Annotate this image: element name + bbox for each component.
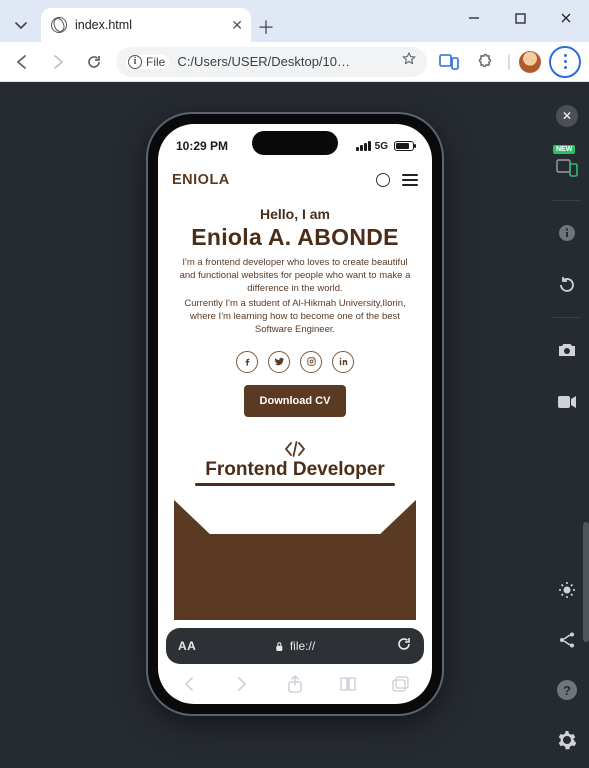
tab-title: index.html xyxy=(75,18,132,32)
address-bar[interactable]: i File C:/Users/USER/Desktop/10… xyxy=(116,47,427,77)
chevron-down-icon xyxy=(15,20,27,32)
twitter-link[interactable] xyxy=(268,351,290,373)
help-icon: ? xyxy=(557,680,577,700)
devtools-rail: ✕ NEW ? xyxy=(545,82,589,768)
download-cv-button[interactable]: Download CV xyxy=(244,385,347,417)
safari-toolbar xyxy=(158,664,432,704)
safari-back-button[interactable] xyxy=(172,670,206,698)
instagram-link[interactable] xyxy=(300,351,322,373)
window-controls xyxy=(451,0,589,36)
rail-divider xyxy=(553,200,581,201)
info-button[interactable] xyxy=(553,219,581,247)
reload-button[interactable] xyxy=(80,48,108,76)
safari-forward-button[interactable] xyxy=(225,670,259,698)
safari-url: file:// xyxy=(290,639,315,653)
role-underline xyxy=(195,483,395,486)
hero-section: Hello, I am Eniola A. ABONDE I'm a front… xyxy=(158,196,432,620)
hero-name: Eniola A. ABONDE xyxy=(174,224,416,251)
tab-search-button[interactable] xyxy=(6,10,36,42)
sun-icon xyxy=(558,581,576,599)
nav-forward-button[interactable] xyxy=(44,48,72,76)
scrollbar-thumb[interactable] xyxy=(583,522,589,642)
tab-close-button[interactable]: ✕ xyxy=(231,17,243,34)
extensions-button[interactable] xyxy=(471,48,499,76)
battery-icon xyxy=(394,141,414,151)
instagram-icon xyxy=(306,356,317,367)
network-label: 5G xyxy=(375,141,388,152)
globe-icon xyxy=(51,17,67,33)
twitter-icon xyxy=(274,356,285,367)
linkedin-icon xyxy=(338,356,349,367)
lock-icon xyxy=(275,641,284,652)
file-origin-chip[interactable]: i File xyxy=(126,55,169,69)
safari-share-button[interactable] xyxy=(278,670,312,698)
video-icon xyxy=(557,395,577,409)
safari-bookmarks-button[interactable] xyxy=(331,670,365,698)
role-title: Frontend Developer xyxy=(174,459,416,481)
site-content[interactable]: ENIOLA Hello, I am Eniola A. ABONDE I'm … xyxy=(158,162,432,624)
phone-screen: 10:29 PM 5G ENIOLA Hello, I am xyxy=(158,124,432,704)
window-minimize-button[interactable] xyxy=(451,0,497,36)
hamburger-menu[interactable] xyxy=(402,174,418,186)
bookmark-button[interactable] xyxy=(401,51,417,72)
facebook-icon xyxy=(242,356,253,367)
device-icon xyxy=(439,53,459,71)
phone-frame: 10:29 PM 5G ENIOLA Hello, I am xyxy=(148,114,442,714)
safari-reload-button[interactable] xyxy=(396,636,412,657)
origin-label: File xyxy=(146,55,165,69)
devices-icon xyxy=(556,159,578,177)
panel-close-button[interactable]: ✕ xyxy=(553,102,581,130)
phone-notch xyxy=(252,131,338,155)
hero-greeting: Hello, I am xyxy=(174,206,416,222)
facebook-link[interactable] xyxy=(236,351,258,373)
share-button[interactable] xyxy=(553,626,581,654)
theme-toggle[interactable] xyxy=(376,173,390,187)
record-button[interactable] xyxy=(553,388,581,416)
share-icon xyxy=(558,631,576,649)
help-button[interactable]: ? xyxy=(553,676,581,704)
code-icon xyxy=(174,441,416,457)
text-size-button[interactable]: AA xyxy=(178,639,196,653)
rail-divider xyxy=(553,317,581,318)
gear-icon xyxy=(557,730,577,750)
browser-tab[interactable]: index.html ✕ xyxy=(41,8,251,42)
puzzle-icon xyxy=(476,53,494,71)
signal-icon xyxy=(356,141,371,151)
info-icon xyxy=(558,224,576,242)
rotate-button[interactable] xyxy=(553,271,581,299)
hero-decoration xyxy=(174,500,416,620)
rotate-icon xyxy=(557,275,577,295)
devtools-viewport: ✕ NEW ? xyxy=(0,82,589,768)
status-time: 10:29 PM xyxy=(176,139,228,153)
window-close-button[interactable] xyxy=(543,0,589,36)
camera-icon xyxy=(557,342,577,358)
hero-bio-1: I'm a frontend developer who loves to cr… xyxy=(176,257,414,295)
nav-back-button[interactable] xyxy=(8,48,36,76)
browser-toolbar: i File C:/Users/USER/Desktop/10… | xyxy=(0,42,589,82)
screenshot-button[interactable] xyxy=(553,336,581,364)
window-maximize-button[interactable] xyxy=(497,0,543,36)
browser-titlebar: index.html ✕ ＋ xyxy=(0,0,589,42)
linkedin-link[interactable] xyxy=(332,351,354,373)
profile-avatar[interactable] xyxy=(519,51,541,73)
new-tab-button[interactable]: ＋ xyxy=(251,12,281,42)
site-header: ENIOLA xyxy=(158,162,432,196)
browser-menu-button[interactable] xyxy=(549,46,581,78)
role-block: Frontend Developer xyxy=(174,441,416,486)
reload-icon xyxy=(396,636,412,652)
hero-bio-2: Currently I'm a student of Al-Hikmah Uni… xyxy=(176,298,414,336)
safari-tabs-button[interactable] xyxy=(384,670,418,698)
new-badge: NEW xyxy=(553,145,575,154)
info-icon: i xyxy=(128,55,142,69)
screencast-button[interactable]: NEW xyxy=(553,154,581,182)
close-icon: ✕ xyxy=(556,105,578,127)
theme-button[interactable] xyxy=(553,576,581,604)
address-url: C:/Users/USER/Desktop/10… xyxy=(177,54,350,69)
settings-button[interactable] xyxy=(553,726,581,754)
site-logo[interactable]: ENIOLA xyxy=(172,172,230,188)
social-links xyxy=(174,351,416,373)
device-toolbar-button[interactable] xyxy=(435,48,463,76)
safari-address-bar[interactable]: AA file:// xyxy=(166,628,424,664)
